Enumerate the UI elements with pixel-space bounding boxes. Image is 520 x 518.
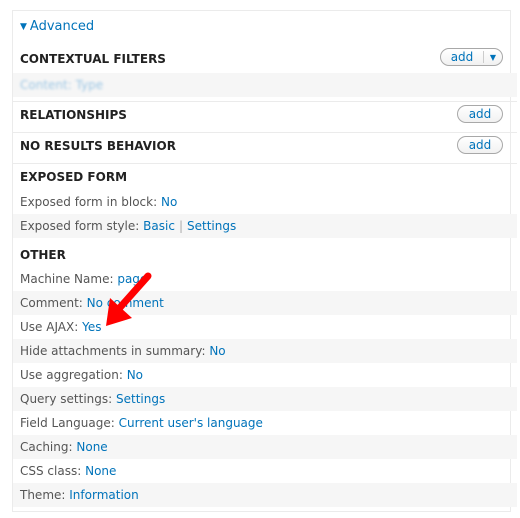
field-language-link[interactable]: Current user's language	[119, 416, 263, 430]
exposed-form-in-block-link[interactable]: No	[161, 195, 177, 209]
chevron-down-icon[interactable]: ▼	[484, 49, 502, 65]
setting-label: Caching:	[20, 440, 73, 454]
hide-attachments-link[interactable]: No	[209, 344, 225, 358]
setting-label: Query settings:	[20, 392, 113, 406]
exposed-form-style-row: Exposed form style: Basic | Settings	[13, 214, 517, 238]
relationships-header: RELATIONSHIPS	[13, 101, 517, 128]
relationships-add-button[interactable]: add	[457, 105, 503, 123]
other-row-machine-name: Machine Name: page	[13, 267, 517, 291]
use-aggregation-link[interactable]: No	[127, 368, 143, 382]
setting-label: CSS class:	[20, 464, 82, 478]
other-header: OTHER	[20, 248, 66, 262]
separator: |	[178, 219, 183, 233]
setting-label: Comment:	[20, 296, 83, 310]
setting-label: Field Language:	[20, 416, 115, 430]
triangle-down-icon: ▼	[20, 22, 27, 32]
theme-link[interactable]: Information	[69, 488, 138, 502]
red-arrow-icon	[106, 272, 152, 326]
other-row-query-settings: Query settings: Settings	[13, 387, 517, 411]
other-row-use-ajax: Use AJAX: Yes	[13, 315, 517, 339]
other-row-hide-attachments: Hide attachments in summary: No	[13, 339, 517, 363]
setting-label: Hide attachments in summary:	[20, 344, 206, 358]
caching-link[interactable]: None	[76, 440, 107, 454]
advanced-panel: ▼ Advanced CONTEXTUAL FILTERS add ▼ Conte…	[12, 10, 517, 512]
css-class-link[interactable]: None	[85, 464, 116, 478]
other-row-use-aggregation: Use aggregation: No	[13, 363, 517, 387]
advanced-toggle[interactable]: ▼ Advanced	[20, 19, 94, 34]
other-row-comment: Comment: No comment	[13, 291, 517, 315]
contextual-filters-add-button[interactable]: add ▼	[440, 48, 503, 66]
exposed-form-header: EXPOSED FORM	[13, 163, 517, 190]
exposed-form-style-link[interactable]: Basic	[143, 219, 175, 233]
setting-label: Machine Name:	[20, 272, 114, 286]
setting-label: Use aggregation:	[20, 368, 123, 382]
other-row-field-language: Field Language: Current user's language	[13, 411, 517, 435]
setting-label: Use AJAX:	[20, 320, 79, 334]
no-results-add-button[interactable]: add	[457, 136, 503, 154]
other-row-theme: Theme: Information	[13, 483, 517, 507]
other-row-css-class: CSS class: None	[13, 459, 517, 483]
exposed-form-settings-link[interactable]: Settings	[187, 219, 236, 233]
setting-label: Theme:	[20, 488, 66, 502]
contextual-filter-item[interactable]: Content: Type	[13, 73, 517, 97]
query-settings-link[interactable]: Settings	[116, 392, 165, 406]
no-results-header: NO RESULTS BEHAVIOR	[13, 132, 517, 159]
other-row-caching: Caching: None	[13, 435, 517, 459]
exposed-form-in-block-row: Exposed form in block: No	[20, 195, 178, 209]
use-ajax-link[interactable]: Yes	[82, 320, 101, 334]
